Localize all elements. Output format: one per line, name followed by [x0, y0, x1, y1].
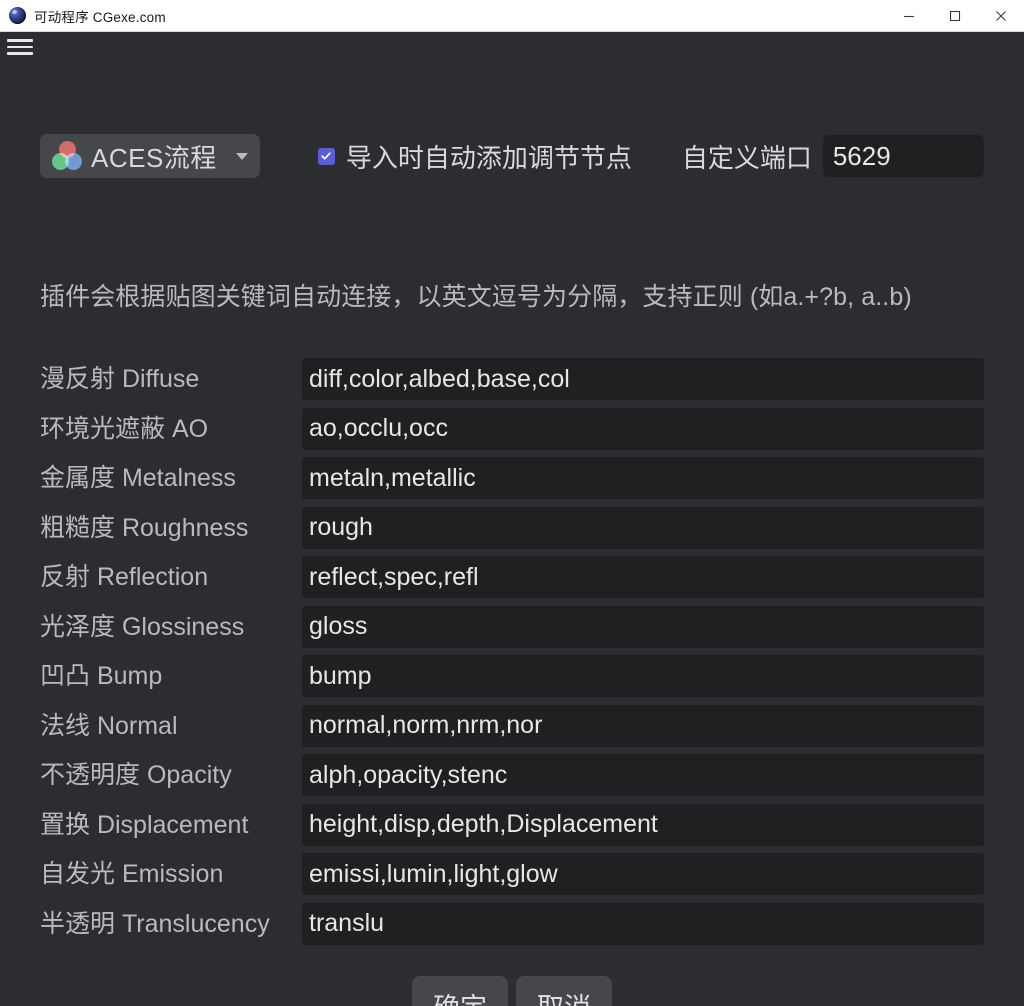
auto-node-checkbox[interactable]: 导入时自动添加调节节点 — [317, 138, 632, 175]
custom-port-label: 自定义端口 — [681, 142, 812, 173]
keyword-row: 环境光遮蔽 AO — [0, 407, 1024, 458]
keyword-row: 半透明 Translucency — [0, 902, 1024, 953]
keyword-row-input[interactable] — [302, 506, 984, 549]
keyword-row-label: 置换 Displacement — [40, 810, 249, 839]
checkbox-box-checked[interactable] — [317, 147, 335, 165]
custom-port-input[interactable] — [822, 135, 984, 177]
keyword-row: 金属度 Metalness — [0, 457, 1024, 507]
keyword-row-input[interactable] — [302, 754, 984, 796]
keyword-row: 自发光 Emission — [0, 853, 1024, 903]
hamburger-bar — [7, 45, 33, 49]
keyword-row: 漫反射 Diffuse — [0, 358, 1024, 408]
dialog-body: ACES流程 导入时自动添加调节节点 自定义端口 插件会根据贴图关键词自动连接，… — [0, 62, 1024, 1006]
keyword-row-input[interactable] — [302, 704, 984, 747]
confirm-button[interactable]: 确定 — [412, 976, 508, 1006]
chevron-down-icon — [235, 152, 248, 160]
keyword-row: 凹凸 Bump — [0, 655, 1024, 705]
keyword-row-input[interactable] — [302, 853, 984, 895]
keyword-row-label: 半透明 Translucency — [40, 909, 270, 938]
keyword-row-input[interactable] — [302, 556, 984, 598]
minimize-button[interactable] — [886, 0, 932, 32]
keyword-rows: 漫反射 Diffuse 环境光遮蔽 AO 金属度 Metalness 粗糙度 Roug… — [0, 358, 1024, 952]
keyword-row-input[interactable] — [302, 358, 984, 400]
keyword-row: 光泽度 Glossiness — [0, 605, 1024, 656]
keyword-row-input[interactable] — [302, 407, 984, 450]
keyword-row-label: 自发光 Emission — [40, 860, 224, 888]
keyword-row-label: 反射 Reflection — [40, 563, 209, 591]
keyword-row: 反射 Reflection — [0, 556, 1024, 606]
keyword-row-label: 法线 Normal — [40, 711, 178, 740]
rgb-circles-icon — [52, 141, 82, 171]
hamburger-bar — [7, 52, 33, 55]
keyword-row-input[interactable] — [302, 655, 984, 697]
keyword-row-label: 金属度 Metalness — [40, 464, 236, 492]
window-title: 可动程序 CGexe.com — [34, 9, 166, 25]
sphere-logo-icon — [9, 7, 26, 24]
keyword-row-label: 光泽度 Glossiness — [40, 612, 245, 641]
window-controls — [886, 0, 1024, 32]
keyword-row: 法线 Normal — [0, 704, 1024, 755]
keyword-row-input[interactable] — [302, 803, 984, 846]
keyword-row-input[interactable] — [302, 902, 984, 945]
auto-node-checkbox-label: 导入时自动添加调节节点 — [345, 142, 632, 173]
workflow-dropdown[interactable]: ACES流程 — [40, 134, 260, 178]
keyword-row-label: 不透明度 Opacity — [40, 761, 232, 789]
window-titlebar: 可动程序 CGexe.com — [0, 0, 1024, 32]
hamburger-bar — [7, 39, 33, 42]
close-button[interactable] — [978, 0, 1024, 32]
keyword-row: 置换 Displacement — [0, 803, 1024, 854]
keyword-row: 不透明度 Opacity — [0, 754, 1024, 804]
cancel-button[interactable]: 取消 — [516, 976, 612, 1006]
custom-port-group: 自定义端口 — [682, 135, 984, 177]
keyword-row-label: 漫反射 Diffuse — [40, 365, 200, 393]
options-row: ACES流程 导入时自动添加调节节点 自定义端口 — [0, 132, 1024, 180]
keyword-row-label: 环境光遮蔽 AO — [40, 414, 209, 443]
hint-text: 插件会根据贴图关键词自动连接，以英文逗号为分隔，支持正则 (如a.+?b, a.… — [40, 283, 912, 311]
hamburger-menu-icon[interactable] — [7, 37, 33, 57]
keyword-row-input[interactable] — [302, 457, 984, 499]
dialog-footer: 确定 取消 — [0, 976, 1024, 1006]
keyword-row: 粗糙度 Roughness — [0, 506, 1024, 557]
menu-strip — [0, 32, 1024, 62]
keyword-row-label: 粗糙度 Roughness — [40, 513, 249, 542]
keyword-row-label: 凹凸 Bump — [40, 662, 163, 690]
keyword-row-input[interactable] — [302, 605, 984, 648]
workflow-dropdown-label: ACES流程 — [91, 142, 217, 173]
maximize-button[interactable] — [932, 0, 978, 32]
